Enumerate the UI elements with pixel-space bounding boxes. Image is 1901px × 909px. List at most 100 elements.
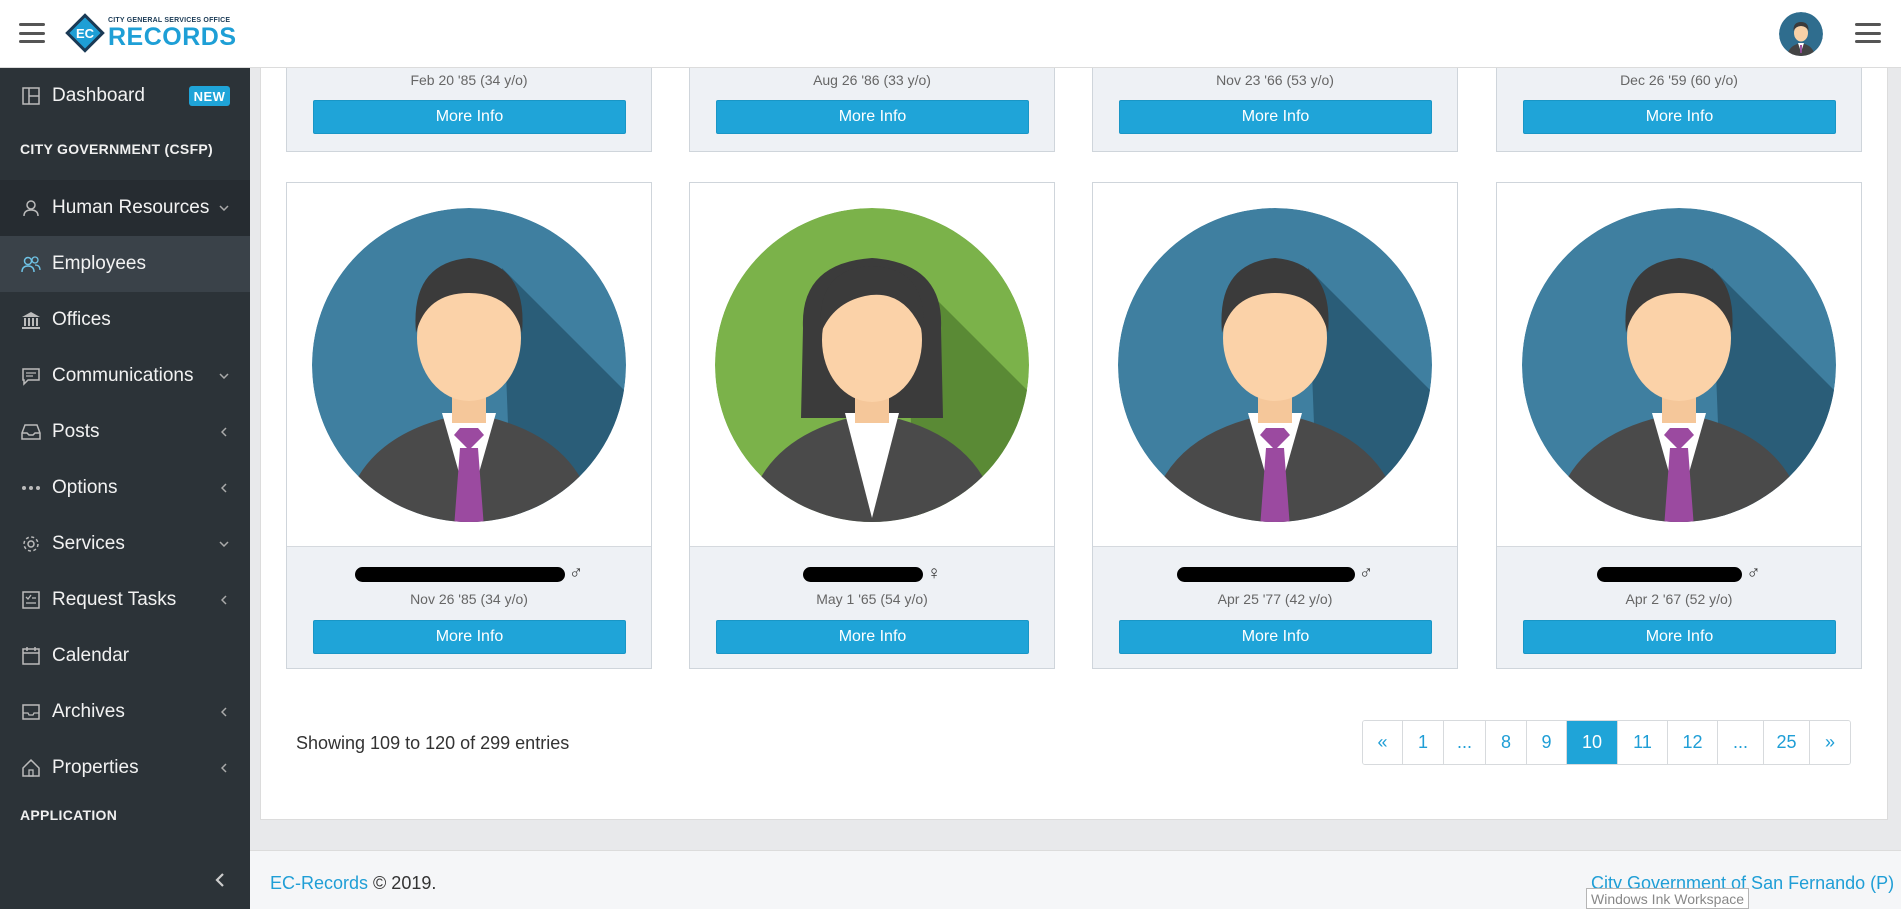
more-info-button[interactable]: More Info [1523,620,1836,654]
chevron-left-icon [215,873,224,887]
more-info-button[interactable]: More Info [716,100,1029,134]
female-gender-icon: ♀ [926,563,942,584]
sidebar-item-offices[interactable]: Offices [0,292,250,348]
logo-badge-icon: EC [65,13,105,53]
dashboard-icon [20,85,42,107]
birthdate-text: Apr 2 '67 (52 y/o) [1625,591,1733,607]
employee-name: ♀ [690,563,1054,585]
employee-card: ♀ May 1 '65 (54 y/o) More Info [689,182,1055,669]
sidebar-item-calendar[interactable]: Calendar [0,628,250,684]
birthdate-text: Aug 26 '86 (33 y/o) [813,72,931,88]
sidebar-item-dashboard[interactable]: Dashboard NEW [0,68,250,124]
redacted-name-bar [354,566,565,582]
new-badge: NEW [189,86,230,106]
birthdate-text: Nov 23 '66 (53 y/o) [1216,72,1334,88]
page-button[interactable]: 9 [1527,721,1567,764]
employee-card: Nov 23 '66 (53 y/o) More Info [1092,68,1458,152]
user-icon [20,197,42,219]
employee-photo[interactable] [1497,183,1861,547]
page-button-active[interactable]: 10 [1567,721,1618,764]
sidebar-item-label: Archives [52,701,125,722]
page-next-button[interactable]: » [1810,721,1850,764]
more-info-button[interactable]: More Info [313,620,626,654]
employee-card: Aug 26 '86 (33 y/o) More Info [689,68,1055,152]
chat-icon [20,365,42,387]
employee-photo[interactable] [690,183,1054,547]
app-logo[interactable]: EC CITY GENERAL SERVICES OFFICE RECORDS [64,12,237,54]
employee-photo[interactable] [1093,183,1457,547]
redacted-name-bar [802,566,923,582]
male-avatar-icon [1118,207,1432,522]
inbox-icon [20,421,42,443]
sidebar-item-services[interactable]: Services [0,516,250,572]
chevron-left-icon [218,426,230,438]
chevron-left-icon [218,706,230,718]
employee-name: ♂ [1497,563,1861,585]
more-info-button[interactable]: More Info [313,100,626,134]
users-icon [20,253,42,275]
redacted-name-bar [1176,566,1355,582]
male-gender-icon: ♂ [1746,563,1761,584]
birthdate-text: Feb 20 '85 (34 y/o) [410,72,528,88]
windows-ink-tooltip: Windows Ink Workspace [1586,888,1750,909]
page-button[interactable]: 1 [1403,721,1444,764]
more-info-button[interactable]: More Info [716,620,1029,654]
page-button[interactable]: 12 [1668,721,1718,764]
home-icon [20,757,42,779]
male-gender-icon: ♂ [568,563,584,584]
calendar-icon [20,645,42,667]
footer-brand-link[interactable]: EC-Records [270,873,368,893]
sidebar-item-options[interactable]: Options [0,460,250,516]
user-avatar[interactable] [1779,12,1823,56]
gear-icon [20,533,42,555]
chevron-down-icon [218,538,230,550]
birthdate-text: Apr 25 '77 (42 y/o) [1217,591,1333,607]
sidebar-item-label: Posts [52,421,100,442]
chevron-left-icon [218,594,230,606]
sidebar-item-request-tasks[interactable]: Request Tasks [0,572,250,628]
male-avatar-icon [312,207,626,522]
employee-card: Dec 26 '59 (60 y/o) More Info [1496,68,1862,152]
birthdate-text: Nov 26 '85 (34 y/o) [410,591,528,607]
more-info-button[interactable]: More Info [1119,100,1432,134]
employee-photo[interactable] [287,183,651,547]
more-info-button[interactable]: More Info [1119,620,1432,654]
employee-card: ♂ Apr 25 '77 (42 y/o) More Info [1092,182,1458,669]
sidebar-item-posts[interactable]: Posts [0,404,250,460]
entries-info: Showing 109 to 120 of 299 entries [296,733,570,753]
sidebar-item-label: Calendar [52,645,130,666]
employee-name: ♂ [1093,563,1457,585]
page-ellipsis[interactable]: ... [1718,721,1764,764]
svg-text:EC: EC [76,26,95,41]
sidebar: Dashboard NEW CITY GOVERNMENT (CSFP) Hum… [0,68,250,909]
sidebar-item-label: Properties [52,757,139,778]
options-menu-icon[interactable] [1855,23,1881,43]
sidebar-toggle-menu-icon[interactable] [19,23,45,43]
page-button[interactable]: 11 [1618,721,1668,764]
chevron-down-icon [218,370,230,382]
sidebar-item-label: Human Resources [52,197,210,218]
sidebar-item-label: Services [52,533,125,554]
female-avatar-icon [715,207,1029,522]
chevron-down-icon [218,202,230,214]
page-button[interactable]: 25 [1764,721,1810,764]
employee-name: ♂ [287,563,651,585]
copyright-text: © 2019. [373,873,437,893]
sidebar-item-archives[interactable]: Archives [0,684,250,740]
sidebar-item-employees[interactable]: Employees [0,236,250,292]
bank-icon [20,309,42,331]
birthdate-text: Dec 26 '59 (60 y/o) [1620,72,1738,88]
sidebar-item-properties[interactable]: Properties [0,740,250,796]
page-ellipsis[interactable]: ... [1444,721,1486,764]
more-info-button[interactable]: More Info [1523,100,1836,134]
sidebar-item-communications[interactable]: Communications [0,348,250,404]
pagination: « 1 ... 8 9 10 11 12 ... 25 » [1362,720,1851,765]
page-prev-button[interactable]: « [1363,721,1403,764]
sidebar-section-city-government: CITY GOVERNMENT (CSFP) [20,141,214,157]
sidebar-item-human-resources[interactable]: Human Resources [0,180,250,236]
sidebar-section-application: APPLICATION [20,807,118,823]
page-button[interactable]: 8 [1486,721,1527,764]
chevron-left-icon [218,762,230,774]
top-bar: EC CITY GENERAL SERVICES OFFICE RECORDS [0,0,1901,68]
sidebar-collapse-button[interactable] [205,865,235,895]
